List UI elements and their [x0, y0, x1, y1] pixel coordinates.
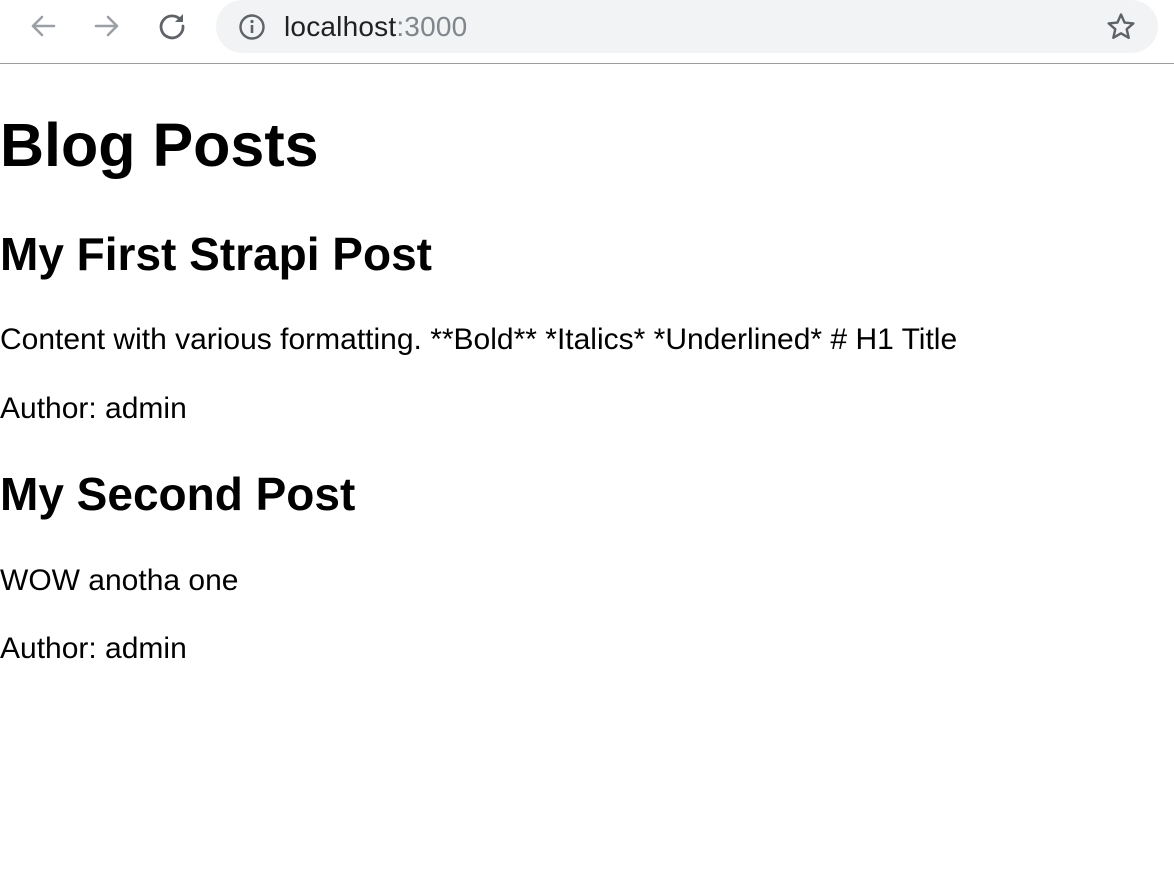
- url-host: localhost: [284, 11, 397, 42]
- page-title: Blog Posts: [0, 111, 319, 179]
- info-icon-glyph: [239, 14, 265, 40]
- back-button[interactable]: [23, 6, 63, 46]
- post-content: Content with various formatting. **Bold*…: [0, 323, 958, 356]
- url-port: :3000: [396, 11, 468, 42]
- bookmark-star-icon[interactable]: [1104, 10, 1138, 44]
- address-bar[interactable]: localhost:3000: [216, 0, 1158, 53]
- info-icon[interactable]: [237, 12, 267, 42]
- browser-toolbar: localhost:3000: [0, 0, 1174, 64]
- post-content: WOW anotha one: [0, 564, 239, 597]
- arrow-left-icon: [31, 15, 56, 37]
- arrow-right-icon: [94, 15, 119, 37]
- post-title: My First Strapi Post: [0, 228, 432, 280]
- post-title: My Second Post: [0, 468, 356, 520]
- reload-icon: [159, 14, 185, 40]
- url-text[interactable]: localhost:3000: [284, 10, 467, 43]
- forward-button[interactable]: [87, 6, 127, 46]
- reload-button[interactable]: [152, 6, 192, 46]
- star-icon: [1107, 13, 1135, 39]
- post-author: Author: admin: [0, 632, 187, 665]
- post-author: Author: admin: [0, 392, 187, 425]
